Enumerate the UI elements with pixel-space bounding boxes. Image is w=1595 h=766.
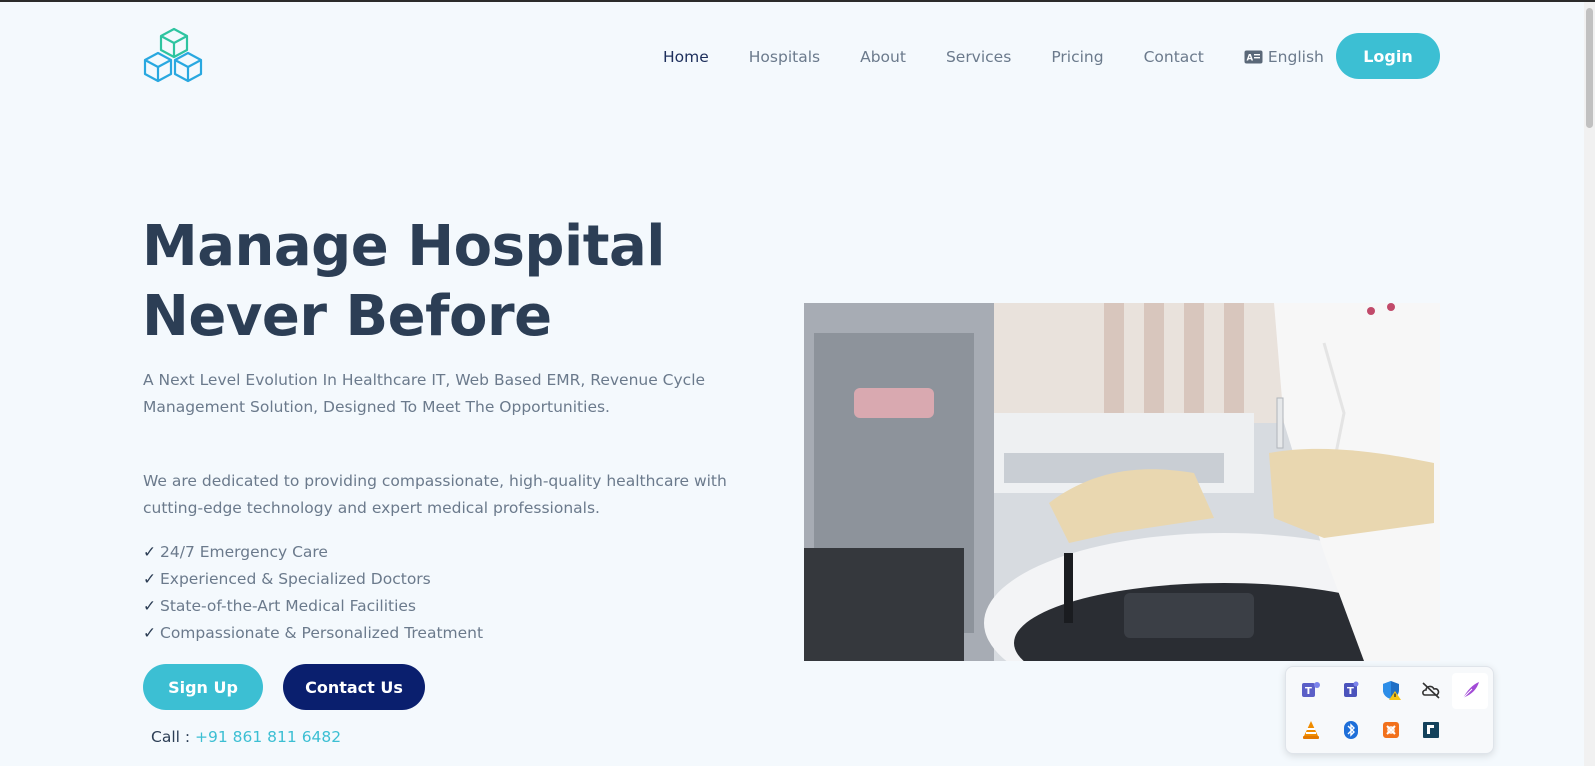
phone-link[interactable]: +91 861 811 6482 [195,728,341,746]
check-icon: ✓ [143,570,156,588]
nav-services[interactable]: Services [946,48,1011,66]
nav-hospitals[interactable]: Hospitals [749,48,820,66]
language-selector[interactable]: A English [1244,48,1324,66]
svg-text:T: T [1347,686,1354,697]
check-icon: ✓ [143,597,156,615]
contact-us-button[interactable]: Contact Us [283,664,425,710]
main-nav: Home Hospitals About Services Pricing Co… [663,46,1324,68]
nav-contact[interactable]: Contact [1144,48,1204,66]
feature-item: ✓ State-of-the-Art Medical Facilities [143,597,416,615]
page-scrollbar[interactable] [1584,2,1595,766]
language-label: English [1267,48,1324,66]
vlc-icon[interactable] [1300,719,1322,741]
onedrive-off-icon[interactable] [1420,679,1442,701]
lab-photo-image [804,303,1440,661]
hero-title-line-2: Never Before [142,284,552,349]
defender-warning-icon[interactable] [1380,679,1402,701]
check-icon: ✓ [143,624,156,642]
feather-pen-icon[interactable] [1460,679,1482,701]
call-line: Call : +91 861 811 6482 [151,728,341,746]
nav-pricing[interactable]: Pricing [1051,48,1103,66]
scrollbar-thumb[interactable] [1586,8,1593,128]
bluetooth-icon[interactable] [1340,719,1362,741]
hero-subtitle: A Next Level Evolution In Healthcare IT,… [143,371,706,416]
teams-icon[interactable]: T [1300,679,1322,701]
sign-up-button[interactable]: Sign Up [143,664,263,710]
call-label: Call : [151,728,191,746]
svg-text:A: A [1246,54,1253,64]
feature-item: ✓ Compassionate & Personalized Treatment [143,624,484,642]
nav-home[interactable]: Home [663,48,709,66]
hero-description: We are dedicated to providing compassion… [143,472,727,517]
teams-classic-icon[interactable]: T [1340,679,1362,701]
nav-about[interactable]: About [860,48,906,66]
feature-list: ✓ 24/7 Emergency Care ✓ Experienced & Spec… [143,539,483,647]
feature-item: ✓ 24/7 Emergency Care [143,543,328,561]
hero-title-line-1: Manage Hospital [142,214,665,279]
svg-text:T: T [1305,686,1312,697]
xampp-icon[interactable] [1380,719,1402,741]
login-button[interactable]: Login [1336,33,1440,79]
logo-cubes-icon[interactable] [143,26,205,86]
remote-desktop-icon[interactable] [1420,719,1442,741]
check-icon: ✓ [143,543,156,561]
hero-title: Manage Hospital Never Before [142,212,762,352]
window-top-border [0,0,1595,2]
system-tray-overflow: T T [1285,666,1494,754]
translate-icon: A [1244,50,1263,64]
feature-item: ✓ Experienced & Specialized Doctors [143,570,431,588]
